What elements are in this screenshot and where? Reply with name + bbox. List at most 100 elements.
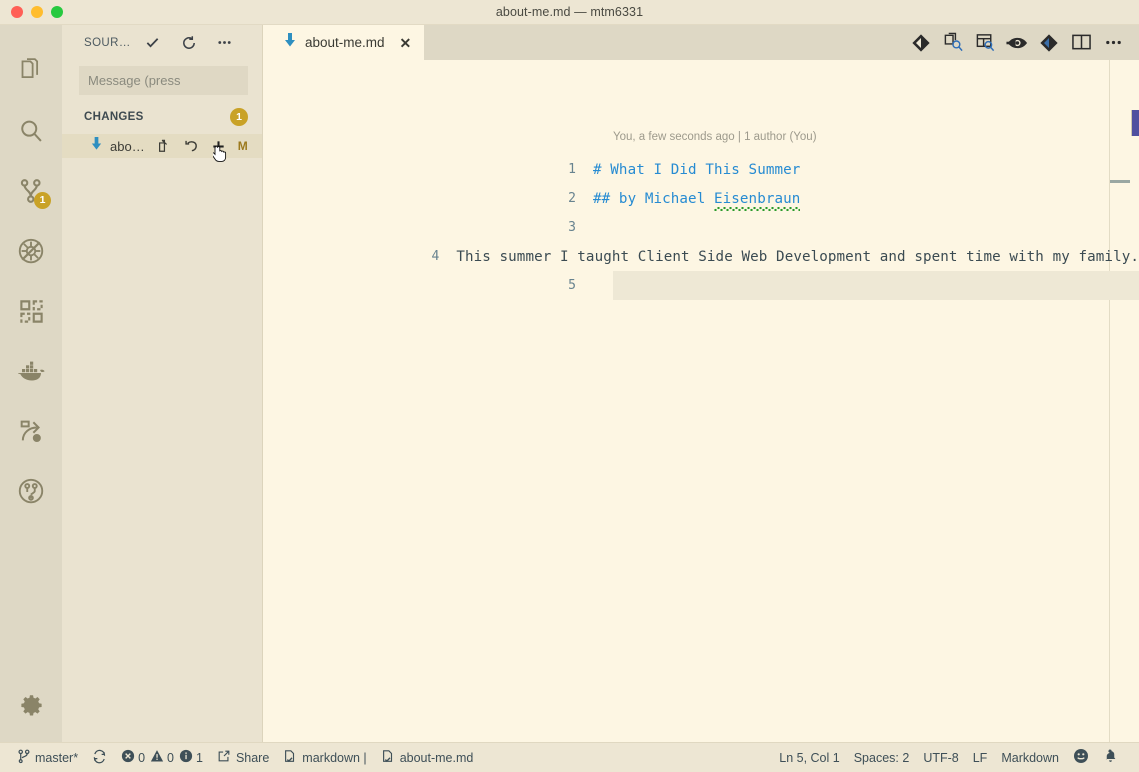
editor-line-2: 2 ## by Michael Eisenbraun (263, 184, 1139, 213)
sidebar-source-control: SOUR… Message (press CHANGES 1 abo… M (62, 25, 263, 742)
discard-icon[interactable] (183, 138, 200, 155)
warning-count: 0 (167, 750, 174, 765)
smiley-icon (1073, 748, 1089, 767)
commit-message-input[interactable]: Message (press (79, 66, 248, 95)
window-title: about-me.md — mtm6331 (495, 5, 644, 19)
change-status-badge: M (237, 139, 248, 153)
changes-label: CHANGES (84, 111, 144, 123)
activity-item-docker[interactable] (0, 341, 62, 401)
eol-label: LF (972, 750, 988, 765)
vscode-window: about-me.md — mtm6331 1 SOUR… Message (p… (0, 0, 1139, 772)
commit-button[interactable] (143, 33, 163, 53)
window-controls (0, 6, 63, 18)
status-current-file[interactable]: about-me.md (374, 743, 481, 772)
change-file-name: abo… (110, 138, 145, 154)
preview-search-icon[interactable] (937, 25, 969, 60)
status-indentation[interactable]: Spaces: 2 (847, 743, 917, 772)
editor-line-5: 5 (263, 271, 1139, 300)
editor-line-4: 4 This summer I taught Client Side Web D… (263, 242, 1139, 271)
info-metric: 1 (179, 749, 203, 766)
bell-icon (1103, 748, 1118, 767)
error-count: 0 (138, 750, 146, 765)
activity-item-manage-settings[interactable] (0, 676, 62, 742)
gear-icon (18, 693, 45, 725)
activity-item-run-and-debug[interactable] (0, 221, 62, 281)
share-icon (217, 749, 231, 766)
line-number: 1 (568, 162, 576, 177)
current-file-label: about-me.md (399, 750, 474, 765)
info-icon (179, 749, 193, 766)
git-compare-icon[interactable] (905, 25, 937, 60)
editor-line-3: 3 (263, 213, 1139, 242)
close-icon[interactable]: ✕ (400, 36, 412, 50)
status-eol[interactable]: LF (966, 743, 995, 772)
activity-item-explorer[interactable] (0, 41, 62, 101)
source-control-badge: 1 (34, 192, 51, 209)
indentation-label: Spaces: 2 (853, 750, 910, 765)
files-icon (18, 57, 45, 85)
line-content: # What I Did This Summer (593, 161, 801, 178)
changes-section-header[interactable]: CHANGES 1 (62, 106, 262, 128)
tabs-empty-space (424, 25, 905, 60)
live-share-icon (17, 417, 45, 445)
status-notifications[interactable] (1096, 743, 1125, 772)
status-markdown-lint[interactable]: markdown | (276, 743, 373, 772)
scm-header-actions (143, 33, 235, 53)
cursor-position-label: Ln 5, Col 1 (779, 750, 840, 765)
warning-icon (150, 749, 164, 766)
change-row-actions (156, 138, 227, 162)
activity-item-extensions[interactable] (0, 281, 62, 341)
editor-vertical-scrollbar[interactable] (1131, 110, 1139, 136)
activity-item-live-share[interactable] (0, 401, 62, 461)
editor-more-actions-icon[interactable] (1097, 25, 1129, 60)
changes-count-badge: 1 (230, 108, 248, 126)
split-editor-icon[interactable] (1065, 25, 1097, 60)
scm-more-actions-button[interactable] (215, 33, 235, 53)
open-file-icon[interactable] (156, 138, 173, 155)
status-cursor-position[interactable]: Ln 5, Col 1 (772, 743, 846, 772)
status-share[interactable]: Share (210, 743, 276, 772)
markdown-icon (90, 136, 103, 156)
branch-icon (17, 749, 30, 767)
error-metric: 0 (121, 749, 145, 766)
commit-message-placeholder: Message (press (88, 73, 181, 88)
status-bar-left: master* 0 0 1 Share markdown | about-me.… (0, 743, 480, 772)
status-problems[interactable]: 0 0 1 (114, 743, 210, 772)
current-line-highlight (613, 271, 1139, 300)
line-content: This summer I taught Client Side Web Dev… (456, 248, 1139, 265)
scm-header: SOUR… (62, 25, 262, 60)
preview-panel-icon[interactable] (969, 25, 1001, 60)
editor-tabs-bar: about-me.md ✕ (263, 25, 1139, 60)
search-icon (17, 117, 45, 145)
change-list-item[interactable]: abo… M (62, 134, 262, 162)
minimize-window-button[interactable] (31, 6, 43, 18)
status-feedback[interactable] (1066, 743, 1096, 772)
line-number: 4 (431, 249, 440, 264)
status-bar-right: Ln 5, Col 1 Spaces: 2 UTF-8 LF Markdown (772, 743, 1139, 772)
line-number: 5 (568, 278, 576, 293)
editor-lines: 1 # What I Did This Summer 2 ## by Micha… (263, 155, 1139, 300)
editor-toolbar (905, 25, 1139, 60)
activity-item-search[interactable] (0, 101, 62, 161)
line-number: 3 (568, 220, 576, 235)
activity-item-source-control[interactable]: 1 (0, 161, 62, 221)
tab-about-me-md[interactable]: about-me.md ✕ (263, 25, 425, 60)
plus-icon[interactable] (210, 138, 227, 162)
scm-title: SOUR… (84, 36, 131, 49)
editor-area: about-me.md ✕ You, a few seconds ago | 1… (263, 25, 1139, 742)
zoom-window-button[interactable] (51, 6, 63, 18)
eye-arrow-icon[interactable] (1001, 25, 1033, 60)
status-sync-changes[interactable] (85, 743, 114, 772)
code-editor[interactable]: You, a few seconds ago | 1 author (You) … (263, 60, 1139, 742)
status-branch[interactable]: master* (10, 743, 85, 772)
git-diamond-icon[interactable] (1033, 25, 1065, 60)
status-encoding[interactable]: UTF-8 (916, 743, 965, 772)
status-language-mode[interactable]: Markdown (994, 743, 1066, 772)
file-check-icon (283, 749, 297, 767)
activity-item-git-graph[interactable] (0, 461, 62, 521)
git-blame-annotation: You, a few seconds ago | 1 author (You) (613, 131, 817, 143)
close-window-button[interactable] (11, 6, 23, 18)
refresh-button[interactable] (179, 33, 199, 53)
file-check-icon (381, 749, 395, 767)
editor-line-1: 1 # What I Did This Summer (263, 155, 1139, 184)
